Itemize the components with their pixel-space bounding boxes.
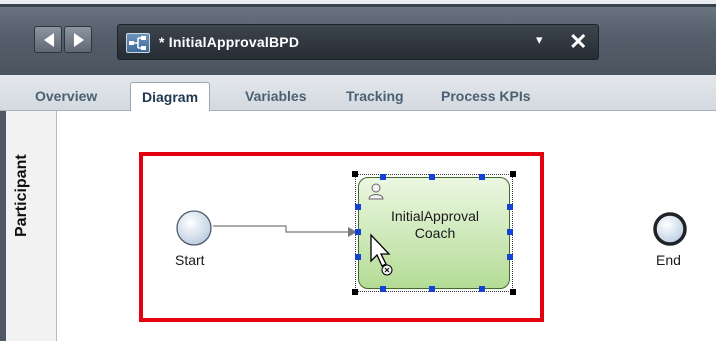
end-event <box>653 212 687 246</box>
bpd-icon <box>126 33 150 53</box>
close-icon[interactable]: ✕ <box>569 29 587 55</box>
tab-variables[interactable]: Variables <box>245 82 307 111</box>
end-label: End <box>656 252 681 268</box>
highlight-box <box>139 152 544 322</box>
triangle-left-icon <box>44 33 54 47</box>
triangle-right-icon <box>74 33 84 47</box>
diagram-canvas[interactable]: Participant Start End InitialApproval Co… <box>0 111 716 341</box>
tab-overview[interactable]: Overview <box>35 82 97 111</box>
document-title: * InitialApprovalBPD <box>159 34 300 50</box>
editor-toolbar: * InitialApprovalBPD ▾ ✕ <box>0 0 716 75</box>
chevron-down-icon[interactable]: ▾ <box>536 33 543 48</box>
editor-tab-strip: Overview Diagram Variables Tracking Proc… <box>0 75 716 111</box>
tab-process-kpis[interactable]: Process KPIs <box>441 82 531 111</box>
forward-button[interactable] <box>64 26 92 53</box>
back-button[interactable] <box>34 26 62 53</box>
tab-diagram[interactable]: Diagram <box>130 82 211 111</box>
tab-tracking[interactable]: Tracking <box>346 82 404 111</box>
document-selector[interactable]: * InitialApprovalBPD ▾ ✕ <box>117 24 599 60</box>
